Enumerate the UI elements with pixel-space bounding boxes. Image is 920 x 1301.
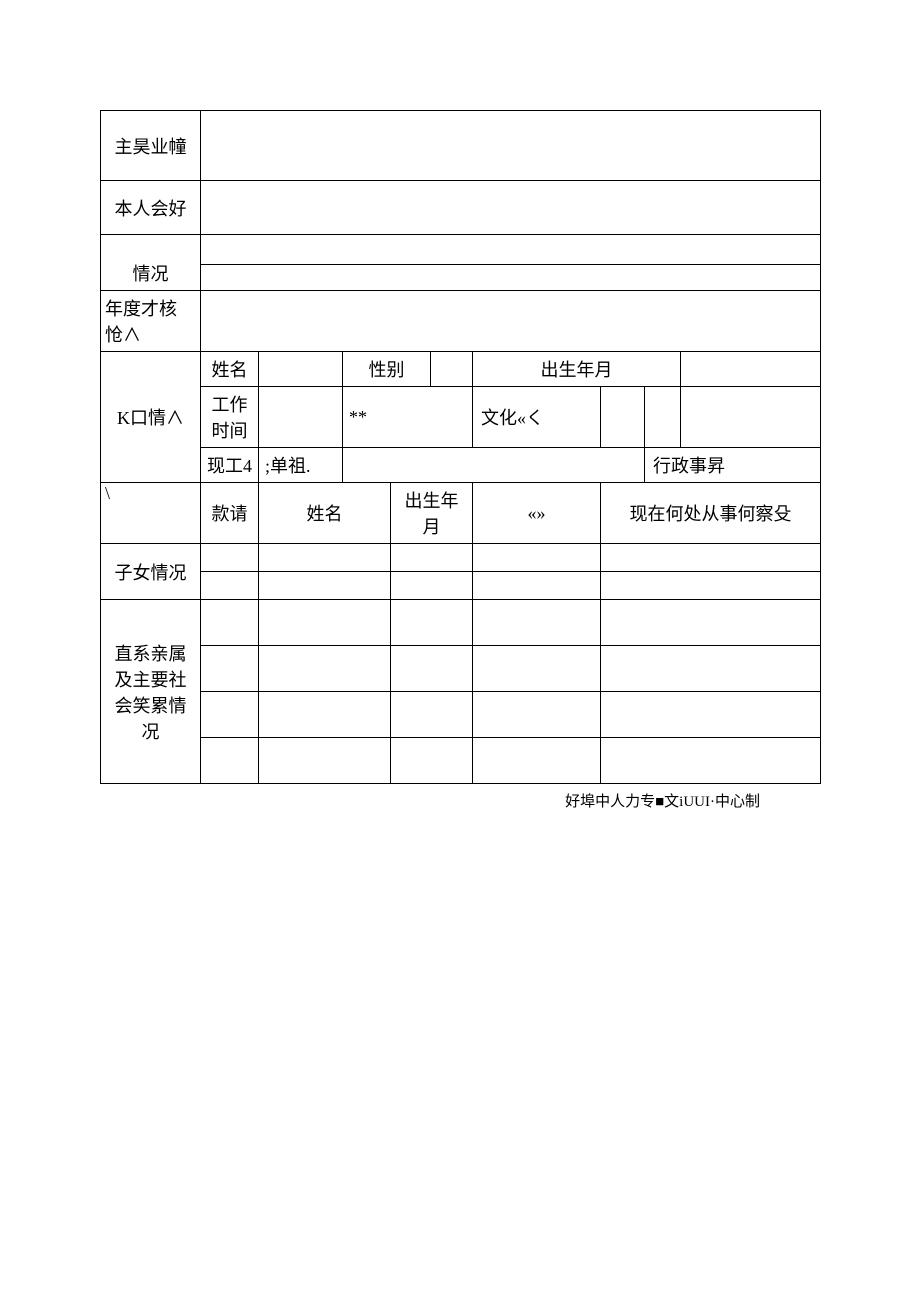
value-spouse-unit-hint: ;单祖. [259, 448, 343, 483]
table-cell [391, 692, 473, 738]
table-cell [473, 544, 601, 572]
label-spouse-admin: 行政事昇 [645, 448, 821, 483]
label-spouse-stars: ** [343, 387, 473, 448]
label-spouse-culture: 文化«く [473, 387, 601, 448]
table-cell [201, 544, 259, 572]
label-spouse-section: K口情∧ [101, 352, 201, 483]
table-cell [201, 738, 259, 784]
table-cell [391, 572, 473, 600]
value-spouse-worktime [259, 387, 343, 448]
corner-slash: \ [101, 483, 201, 544]
personnel-table: 主昊业幢 本人会好 情况 年度才核怆∧ K口情∧ 姓名 性别 出生年月 工作时间… [100, 110, 821, 784]
table-cell [601, 572, 821, 600]
table-cell [391, 600, 473, 646]
table-cell [601, 600, 821, 646]
label-fam-dob: 出生年月 [391, 483, 473, 544]
value-spouse-name [259, 352, 343, 387]
value-hobby [201, 181, 821, 235]
table-cell [259, 600, 391, 646]
value-spouse-culture [645, 387, 681, 448]
value-spouse-sex [431, 352, 473, 387]
label-hobby: 本人会好 [101, 181, 201, 235]
table-cell [259, 646, 391, 692]
label-children: 子女情况 [101, 544, 201, 600]
table-cell [259, 544, 391, 572]
label-fam-mid: «» [473, 483, 601, 544]
table-cell [201, 646, 259, 692]
value-spouse-dob [681, 352, 821, 387]
footer-note: 好埠中人力专■文iUUI·中心制 [100, 790, 820, 811]
table-cell [201, 572, 259, 600]
table-cell [473, 692, 601, 738]
value-annual [201, 291, 821, 352]
value-spouse-culture2 [681, 387, 821, 448]
label-annual: 年度才核怆∧ [101, 291, 201, 352]
value-situation-bottom [201, 265, 821, 291]
table-cell [473, 600, 601, 646]
table-cell [601, 544, 821, 572]
label-achievements: 主昊业幢 [101, 111, 201, 181]
table-cell [391, 646, 473, 692]
label-spouse-sex: 性别 [343, 352, 431, 387]
table-cell [259, 572, 391, 600]
table-cell [601, 692, 821, 738]
table-cell [473, 572, 601, 600]
label-fam-work: 现在何处从事何察殳 [601, 483, 821, 544]
label-spouse-name: 姓名 [201, 352, 259, 387]
label-spouse-unit: 现工4 [201, 448, 259, 483]
value-spouse-unit [343, 448, 645, 483]
table-cell [473, 738, 601, 784]
table-cell [601, 646, 821, 692]
table-cell [601, 738, 821, 784]
table-cell [391, 738, 473, 784]
label-fam-relation: 款请 [201, 483, 259, 544]
value-situation-top [201, 235, 821, 265]
table-cell [201, 692, 259, 738]
table-cell [259, 738, 391, 784]
label-fam-name: 姓名 [259, 483, 391, 544]
label-situation: 情况 [101, 235, 201, 291]
label-spouse-dob: 出生年月 [473, 352, 681, 387]
table-cell [259, 692, 391, 738]
table-cell [391, 544, 473, 572]
label-spouse-worktime: 工作时间 [201, 387, 259, 448]
value-spouse-culture-mid [601, 387, 645, 448]
label-relatives: 直系亲属及主要社会笑累情况 [101, 600, 201, 784]
value-achievements [201, 111, 821, 181]
table-cell [473, 646, 601, 692]
table-cell [201, 600, 259, 646]
